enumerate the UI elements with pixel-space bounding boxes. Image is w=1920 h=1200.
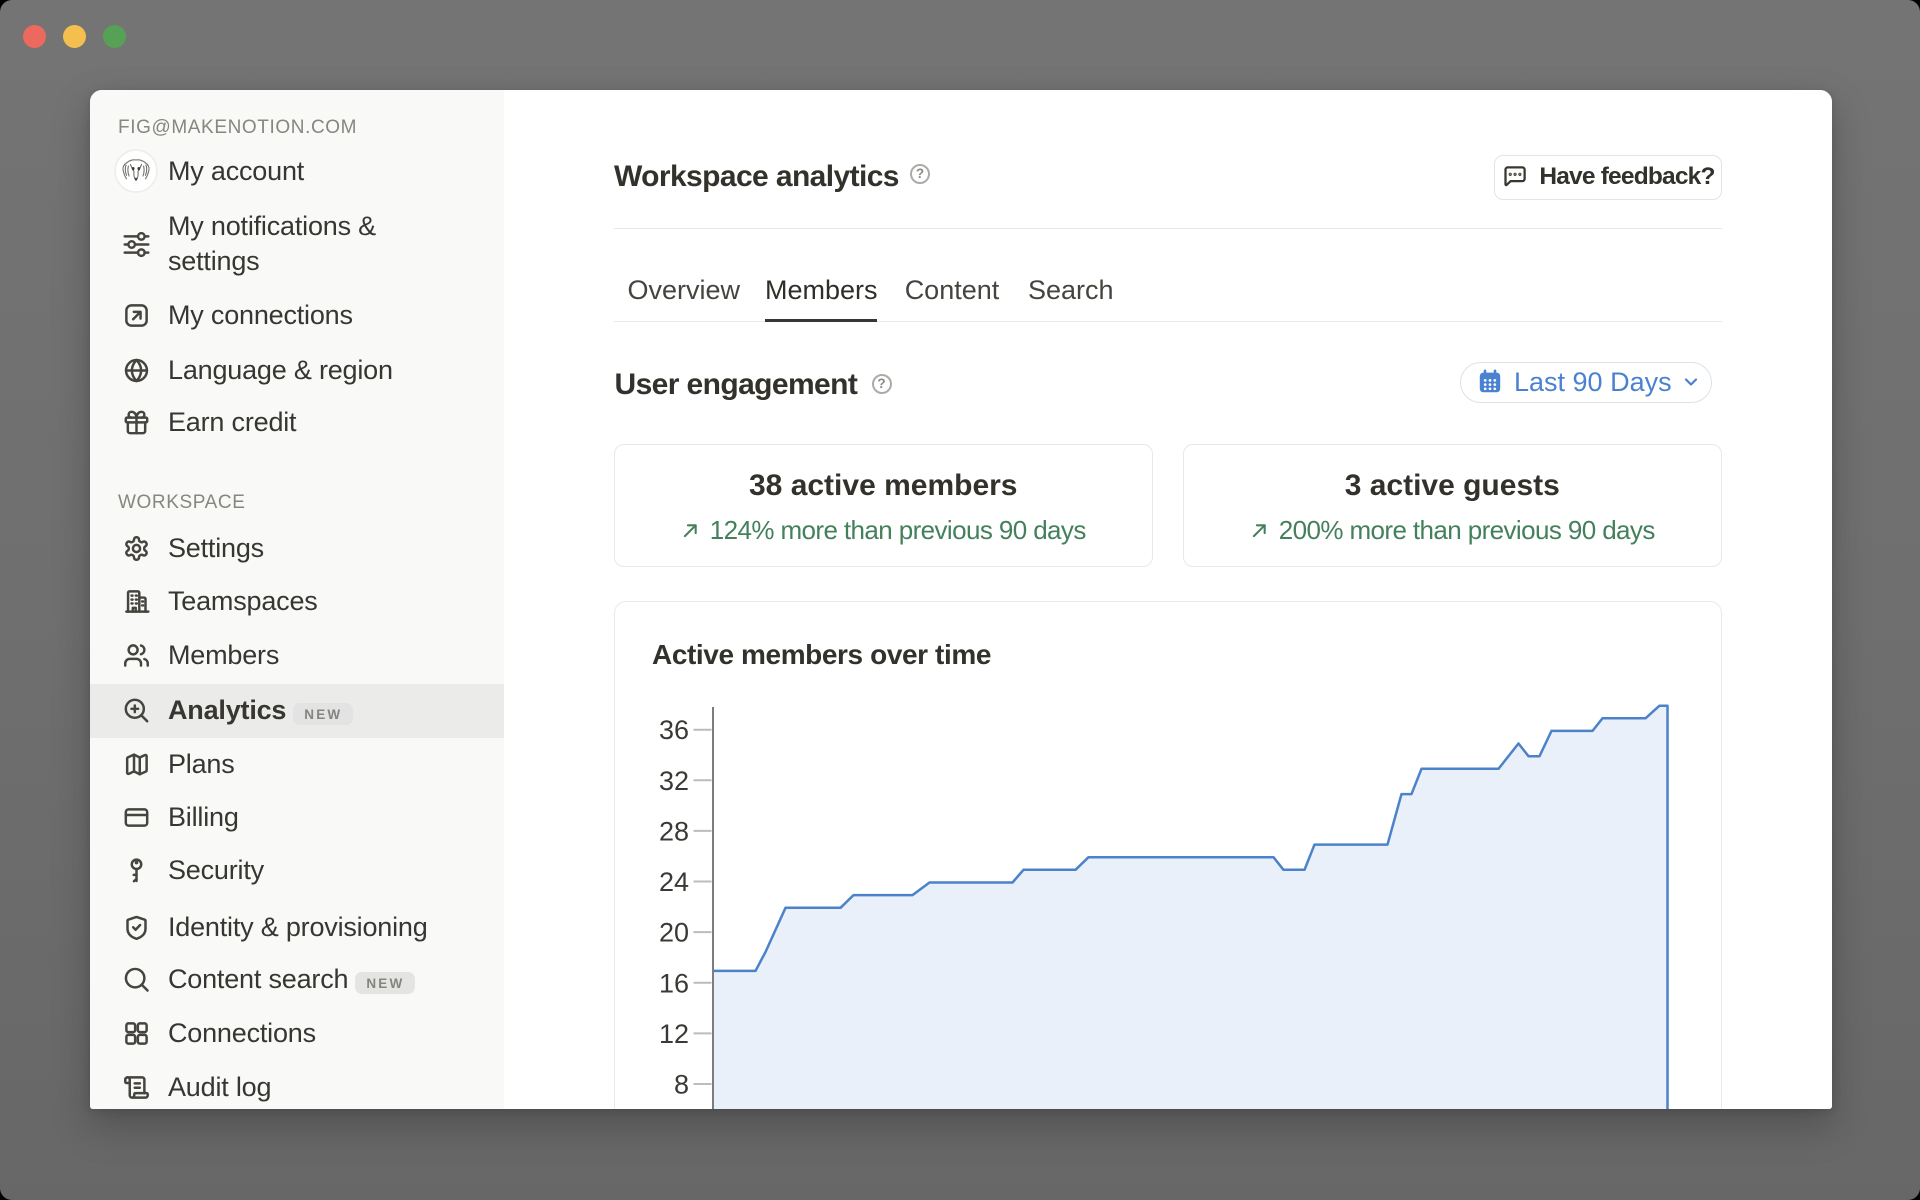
svg-text:8: 8 xyxy=(674,1070,689,1100)
svg-text:20: 20 xyxy=(659,918,689,948)
svg-text:24: 24 xyxy=(659,867,689,897)
svg-text:16: 16 xyxy=(659,968,689,998)
svg-text:28: 28 xyxy=(659,816,689,846)
svg-text:32: 32 xyxy=(659,766,689,796)
svg-text:36: 36 xyxy=(659,715,689,745)
svg-text:12: 12 xyxy=(659,1019,689,1049)
